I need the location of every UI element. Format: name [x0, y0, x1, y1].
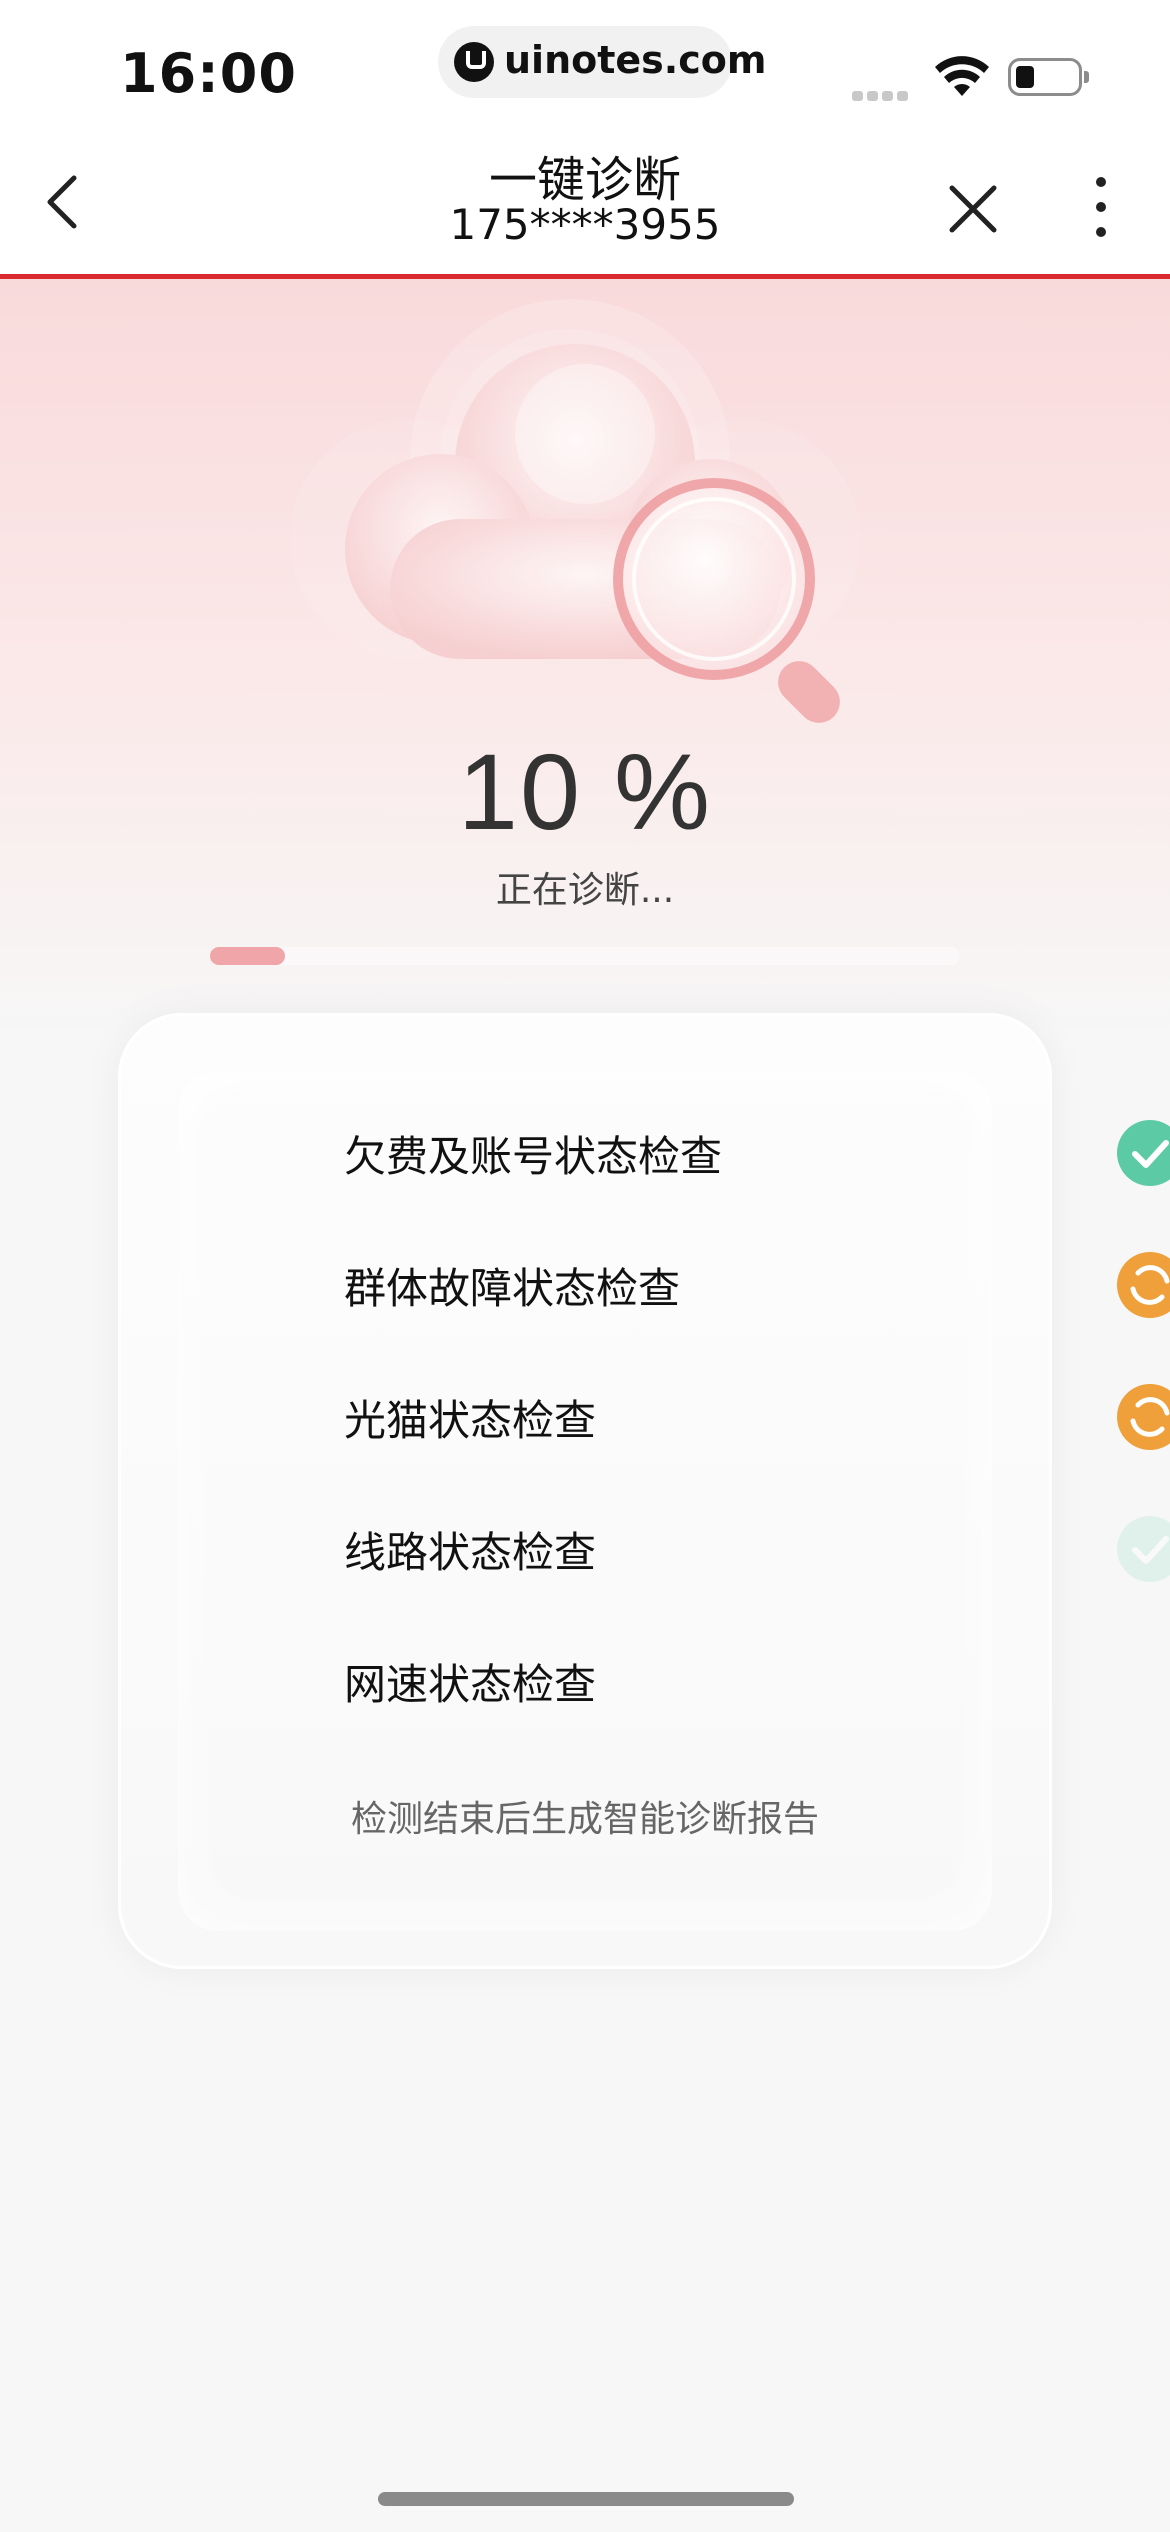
diagnosis-hero: 10 % 正在诊断...	[0, 279, 1170, 1039]
loading-spinner-icon	[1117, 1252, 1170, 1318]
cellular-signal-icon	[852, 86, 916, 101]
check-item-label: 网速状态检查	[344, 1660, 597, 1709]
close-icon[interactable]	[948, 184, 998, 234]
progress-status: 正在诊断...	[495, 870, 675, 911]
progress-percent: 10 %	[457, 731, 713, 852]
progress-bar-fill	[210, 947, 285, 965]
status-bar: 16:00 uinotes.com	[0, 0, 1170, 132]
check-item-arrears-account: 欠费及账号状态检查	[344, 1113, 1170, 1193]
home-indicator[interactable]	[378, 2492, 794, 2506]
nav-bar: 一键诊断 175****3955	[0, 132, 1170, 279]
url-text: uinotes.com	[504, 38, 767, 82]
check-item-label: 光猫状态检查	[344, 1396, 597, 1445]
loading-spinner-icon	[1117, 1384, 1170, 1450]
check-item-group-fault: 群体故障状态检查	[344, 1245, 1170, 1325]
check-circle-icon	[1117, 1516, 1170, 1582]
battery-icon	[1008, 58, 1089, 96]
wifi-icon	[935, 56, 989, 96]
site-logo-icon	[454, 42, 494, 82]
check-item-label: 欠费及账号状态检查	[344, 1132, 723, 1181]
url-pill[interactable]: uinotes.com	[438, 26, 766, 98]
check-item-speed: 网速状态检查	[344, 1641, 1084, 1721]
check-item-line: 线路状态检查	[344, 1509, 1170, 1589]
progress-bar	[210, 947, 960, 965]
check-item-label: 群体故障状态检查	[344, 1264, 681, 1313]
cloud-magnifier-illustration	[290, 299, 860, 723]
check-item-modem: 光猫状态检查	[344, 1377, 1170, 1457]
status-time: 16:00	[120, 42, 297, 105]
check-item-label: 线路状态检查	[344, 1528, 597, 1577]
report-note: 检测结束后生成智能诊断报告	[350, 1799, 819, 1840]
more-vertical-icon[interactable]	[1086, 172, 1116, 242]
check-circle-icon	[1117, 1120, 1170, 1186]
